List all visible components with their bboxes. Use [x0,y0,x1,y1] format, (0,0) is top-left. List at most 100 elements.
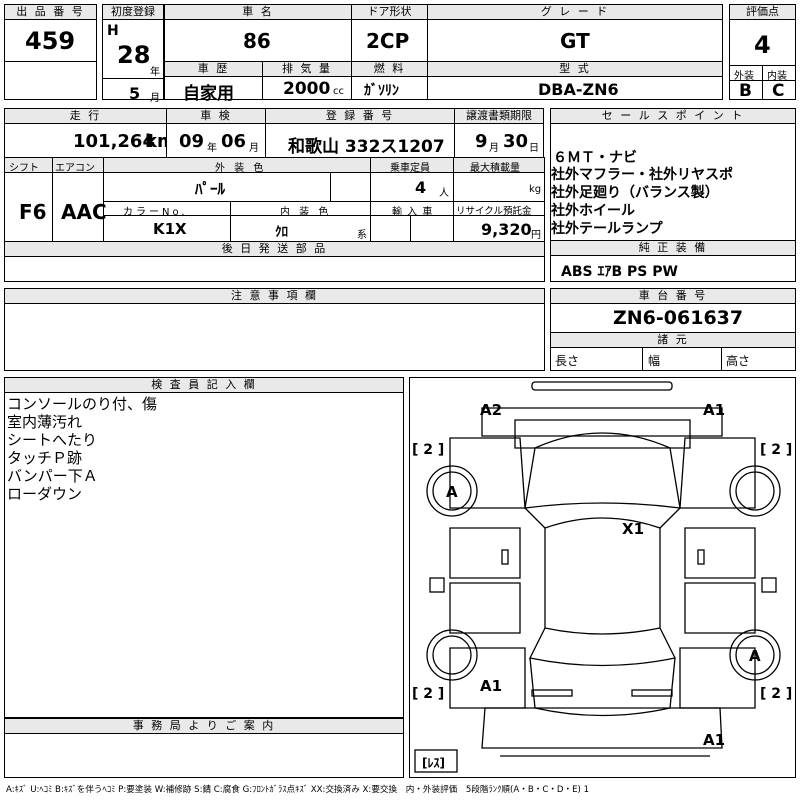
car-diagram: A2 A1 X1 A1 A1 A A [ 2 ] [ 2 ] [ 2 ] [ 2… [412,381,792,773]
specs-grid: シフト エアコン 外 装 色 乗車定員 最大積載量 F6 AAC ﾊﾟｰﾙ 4 … [4,157,545,242]
model-value: DBA-ZN6 [538,80,619,99]
ext-color-label: 外 装 色 [215,163,267,174]
lot-number: 459 [25,27,76,55]
sales-point-line: 社外マフラー・社外リヤスポ [551,167,733,183]
left-rear-fender [449,437,526,509]
genuine-box: 純 正 装 備 ABS ｴｱB PS PW [550,240,796,282]
door-label: ドア形状 [352,5,427,20]
inspector-label: 検 査 員 記 入 欄 [5,378,403,393]
capacity-unit: 人 [439,188,449,199]
first-reg-year: 28 [117,41,151,69]
pillar [659,507,681,529]
first-reg-label: 初度登録 [103,5,163,20]
interior-score: C [772,81,785,101]
mark-rear-right: A1 [703,401,725,419]
inspection-year-unit: 年 [207,143,217,154]
office-label: 事 務 局 よ り ご 案 内 [5,719,403,734]
divider [410,215,411,241]
right-mirror [761,577,777,593]
car-diagram-box: A2 A1 X1 A1 A1 A A [ 2 ] [ 2 ] [ 2 ] [ 2… [409,377,796,778]
era: H [107,23,119,39]
left-mirror [429,577,445,593]
genuine-label: 純 正 装 備 [551,241,795,256]
score-box: 評価点 4 外装 内装 B C [729,4,796,101]
hood [529,657,676,717]
recycle-label: リサイクル預託金 [456,206,532,217]
car-name-label: 車 名 [165,5,351,20]
displacement-unit: cc [333,86,344,97]
right-front-door [684,582,756,634]
chassis-label: 車 台 番 号 [551,289,795,304]
divider [370,158,371,241]
transfer-month-unit: 月 [489,143,499,154]
divider [642,347,643,370]
sales-points-box: セ ー ル ス ポ イ ン ト ６ＭＴ・ナビ 社外マフラー・社外リヤスポ 社外足… [550,108,796,241]
later-parts-box: 後 日 発 送 部 品 [4,241,545,282]
registration-value: 和歌山 332ス1207 [288,137,445,157]
divider [103,201,544,202]
rear-window [524,432,681,509]
grade-box: グ レ ー ド GT [427,4,723,62]
door-value: 2CP [366,29,410,53]
mark-center: X1 [622,520,644,538]
mileage-value: 101,264 [73,131,155,152]
transfer-day: 30 [503,131,529,152]
color-no-value: K1X [153,220,187,238]
mark-rear-left: A2 [480,401,502,419]
month-unit: 月 [150,93,160,104]
int-color-label: 内 装 色 [280,207,332,218]
score-value: 4 [754,31,771,59]
headlight-left [531,689,573,697]
divider [5,61,96,62]
length-label: 長さ [555,354,580,368]
max-load-unit: kg [529,184,542,195]
first-reg-box: 初度登録 H 28 年 5 月 [102,4,164,104]
registration-box: 登 録 番 号 和歌山 332ス1207 [265,108,455,158]
rear-bumper [481,407,723,437]
height-label: 高さ [726,354,751,368]
tire-bl: [ 2 ] [412,686,444,702]
transfer-box: 譲渡書類期限 9 月 30 日 [454,108,544,158]
transfer-label: 譲渡書類期限 [455,109,543,124]
model-box: 型 式 DBA-ZN6 [427,61,723,100]
divider [103,78,163,79]
history-label: 車 歴 [165,62,262,77]
mileage-label: 走 行 [5,109,166,124]
ext-color-value: ﾊﾟｰﾙ [195,180,226,198]
sales-point-line: 社外足廻り（バランス製） [551,185,719,201]
int-color-unit: 系 [357,230,367,241]
sales-points-label: セ ー ル ス ポ イ ン ト [551,109,795,124]
left-rear-door [449,527,521,579]
transfer-day-unit: 日 [529,143,539,154]
inspector-note: 室内薄汚れ [7,413,83,431]
model-label: 型 式 [428,62,722,77]
divider [762,65,763,99]
tire-tl: [ 2 ] [412,442,444,458]
fuel-label: 燃 料 [352,62,427,77]
inspection-month: 06 [221,131,247,152]
caution-box: 注 意 事 項 欄 [4,288,545,371]
width-label: 幅 [648,354,661,368]
rear-bumper-edge [531,381,673,391]
tire-tr: [ 2 ] [760,442,792,458]
int-color-value: ｸﾛ [275,225,288,240]
transfer-month: 9 [475,131,488,152]
car-name-box: 車 名 86 [164,4,352,62]
car-name: 86 [243,29,271,53]
mark-front-right: A1 [703,731,725,749]
lot-label: 出 品 番 号 [5,5,96,20]
inspector-note: コンソールのり付、傷 [7,395,158,413]
displacement-label: 排 気 量 [263,62,351,77]
right-rear-door [684,527,756,579]
divider [330,172,331,201]
inspector-note: タッチＰ跡 [7,449,83,467]
inspection-month-unit: 月 [249,143,259,154]
divider [721,347,722,370]
inspection-year: 09 [179,131,205,152]
inspector-box: 検 査 員 記 入 欄 コンソールのり付、傷 室内薄汚れ シートへたり タッチＰ… [4,377,404,718]
history-value: 自家用 [183,84,234,104]
right-rear-fender [679,437,756,509]
import-label: 輸 入 車 [392,207,434,218]
capacity-label: 乗車定員 [390,163,430,174]
shift-value: F6 [19,200,47,224]
